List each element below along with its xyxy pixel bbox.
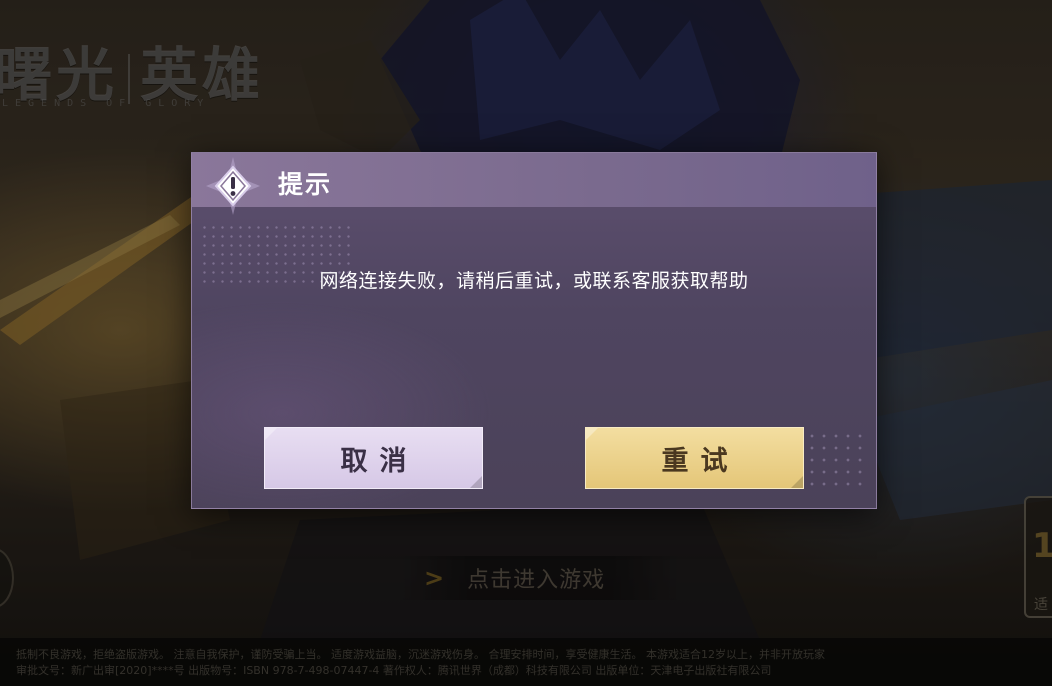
dialog-title: 提示 — [278, 170, 333, 199]
retry-button[interactable]: 重试 — [585, 427, 804, 489]
dialog-dot-pattern — [806, 430, 866, 490]
cancel-button-label: 取消 — [340, 445, 419, 477]
alert-dialog: 提示 网络连接失败，请稍后重试，或联系客服获取帮助 取消 重试 — [191, 152, 877, 509]
cancel-button[interactable]: 取消 — [264, 427, 483, 489]
warning-icon — [206, 157, 260, 215]
retry-button-label: 重试 — [661, 445, 740, 477]
dialog-message: 网络连接失败，请稍后重试，或联系客服获取帮助 — [319, 270, 749, 292]
